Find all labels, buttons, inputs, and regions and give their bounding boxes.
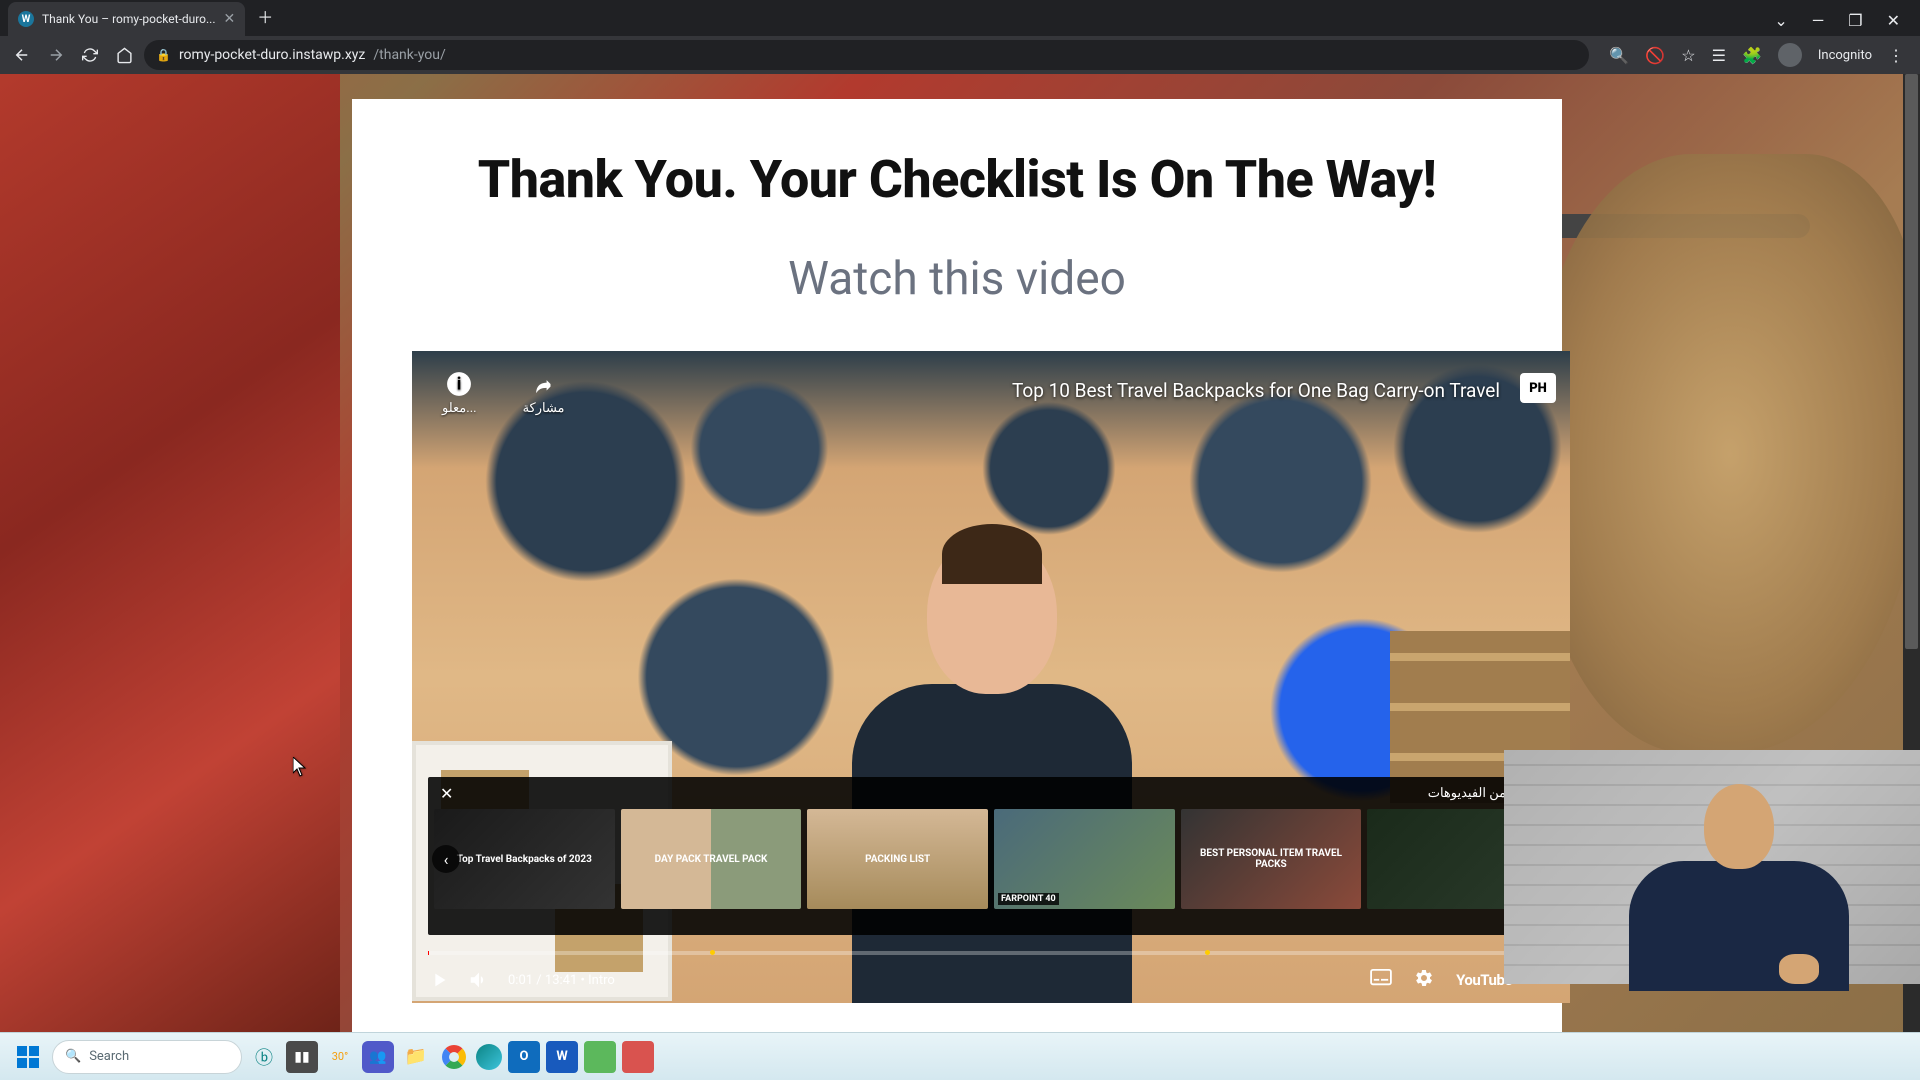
- browser-toolbar: 🔒 romy-pocket-duro.instawp.xyz/thank-you…: [0, 36, 1920, 74]
- reload-button[interactable]: [76, 41, 104, 69]
- settings-button[interactable]: [1414, 968, 1434, 992]
- video-info-button[interactable]: i معلو...: [442, 371, 477, 416]
- more-videos-panel: ✕ المزيد من الفيديوهات ‹ Top Travel Back…: [428, 777, 1554, 935]
- url-host: romy-pocket-duro.instawp.xyz: [179, 47, 365, 63]
- browser-titlebar: W Thank You – romy-pocket-duro... ✕ ＋ ⌄ …: [0, 0, 1920, 36]
- taskbar-app-icon[interactable]: ▮▮: [286, 1041, 318, 1073]
- more-videos-close-button[interactable]: ✕: [440, 784, 453, 803]
- suggested-video-thumb[interactable]: PACKING LIST: [807, 809, 988, 909]
- taskbar-chrome-icon[interactable]: [438, 1041, 470, 1073]
- toolbar-right: 🔍 🚫 ☆ ☰ 🧩 Incognito ⋮: [1595, 43, 1912, 67]
- search-icon: 🔍: [65, 1049, 81, 1064]
- channel-badge[interactable]: PH: [1520, 373, 1556, 403]
- search-placeholder: Search: [89, 1049, 129, 1064]
- tab-title: Thank You – romy-pocket-duro...: [42, 12, 216, 26]
- background-boot: [1540, 154, 1920, 754]
- svg-text:i: i: [457, 374, 462, 394]
- content-card: Thank You. Your Checklist Is On The Way!…: [352, 99, 1562, 1032]
- taskbar-app-red-icon[interactable]: [622, 1041, 654, 1073]
- video-progress-bar[interactable]: [428, 951, 1554, 955]
- taskbar-outlook-icon[interactable]: O: [508, 1041, 540, 1073]
- play-button[interactable]: [428, 969, 450, 991]
- taskbar-app-green-icon[interactable]: [584, 1041, 616, 1073]
- browser-tab[interactable]: W Thank You – romy-pocket-duro... ✕: [8, 2, 245, 36]
- start-button[interactable]: [10, 1039, 46, 1075]
- suggested-video-thumb[interactable]: DAY PACK TRAVEL PACK: [621, 809, 802, 909]
- scrollbar-thumb[interactable]: [1905, 74, 1918, 649]
- video-controls: 0:01 / 13:41 • Intro YouTube: [412, 957, 1570, 1003]
- profile-avatar[interactable]: [1778, 43, 1802, 67]
- taskbar-bing-icon[interactable]: ⓑ: [248, 1041, 280, 1073]
- taskbar-weather-icon[interactable]: 30°: [324, 1041, 356, 1073]
- subtitles-button[interactable]: [1370, 969, 1392, 991]
- incognito-badge[interactable]: Incognito: [1818, 48, 1872, 63]
- zoom-icon[interactable]: 🔍: [1609, 46, 1629, 65]
- suggested-video-thumb[interactable]: Top Travel Backpacks of 2023: [434, 809, 615, 909]
- taskbar-explorer-icon[interactable]: 📁: [400, 1041, 432, 1073]
- taskbar-search[interactable]: 🔍 Search: [52, 1040, 242, 1074]
- lock-icon: 🔒: [156, 48, 171, 62]
- video-time-display: 0:01 / 13:41 • Intro: [508, 973, 615, 988]
- background-backpack: [0, 74, 340, 1032]
- taskbar-teams-icon[interactable]: 👥: [362, 1041, 394, 1073]
- volume-button[interactable]: [468, 969, 490, 991]
- page-subhead: Watch this video: [412, 252, 1502, 306]
- address-bar[interactable]: 🔒 romy-pocket-duro.instawp.xyz/thank-you…: [144, 40, 1589, 70]
- page-viewport: Thank You. Your Checklist Is On The Way!…: [0, 74, 1920, 1032]
- chevron-down-icon[interactable]: ⌄: [1774, 11, 1787, 30]
- taskbar-edge-icon[interactable]: [476, 1044, 502, 1070]
- page-headline: Thank You. Your Checklist Is On The Way!: [412, 149, 1502, 210]
- suggested-video-thumb[interactable]: BEST PERSONAL ITEM TRAVEL PACKS: [1181, 809, 1362, 909]
- minimize-button[interactable]: ―: [1812, 11, 1825, 30]
- eye-off-icon[interactable]: 🚫: [1645, 46, 1665, 65]
- video-title[interactable]: Top 10 Best Travel Backpacks for One Bag…: [1012, 379, 1500, 402]
- forward-button[interactable]: [42, 41, 70, 69]
- video-player[interactable]: i معلو... مشاركة Top 10 Best Travel Back…: [412, 351, 1570, 1003]
- tab-close-button[interactable]: ✕: [224, 11, 236, 27]
- new-tab-button[interactable]: ＋: [257, 4, 273, 28]
- maximize-button[interactable]: ❐: [1848, 11, 1862, 30]
- mouse-cursor: [293, 757, 307, 777]
- video-share-button[interactable]: مشاركة: [523, 371, 565, 416]
- extensions-icon[interactable]: 🧩: [1742, 46, 1762, 65]
- taskbar-word-icon[interactable]: W: [546, 1041, 578, 1073]
- bookmark-star-icon[interactable]: ☆: [1681, 46, 1695, 65]
- suggested-video-thumb[interactable]: FARPOINT 40: [994, 809, 1175, 909]
- wordpress-favicon: W: [18, 11, 34, 27]
- kebab-menu-icon[interactable]: ⋮: [1888, 46, 1904, 65]
- window-controls: ⌄ ― ❐ ✕: [1754, 11, 1920, 36]
- back-button[interactable]: [8, 41, 36, 69]
- close-window-button[interactable]: ✕: [1887, 11, 1900, 30]
- url-path: /thank-you/: [373, 47, 445, 63]
- windows-taskbar: 🔍 Search ⓑ ▮▮ 30° 👥 📁 O W: [0, 1032, 1920, 1080]
- home-button[interactable]: [110, 41, 138, 69]
- video-top-actions: i معلو... مشاركة: [442, 371, 565, 416]
- picture-in-picture-overlay[interactable]: [1504, 750, 1920, 984]
- more-videos-prev-button[interactable]: ‹: [432, 845, 460, 873]
- reading-list-icon[interactable]: ☰: [1712, 46, 1726, 65]
